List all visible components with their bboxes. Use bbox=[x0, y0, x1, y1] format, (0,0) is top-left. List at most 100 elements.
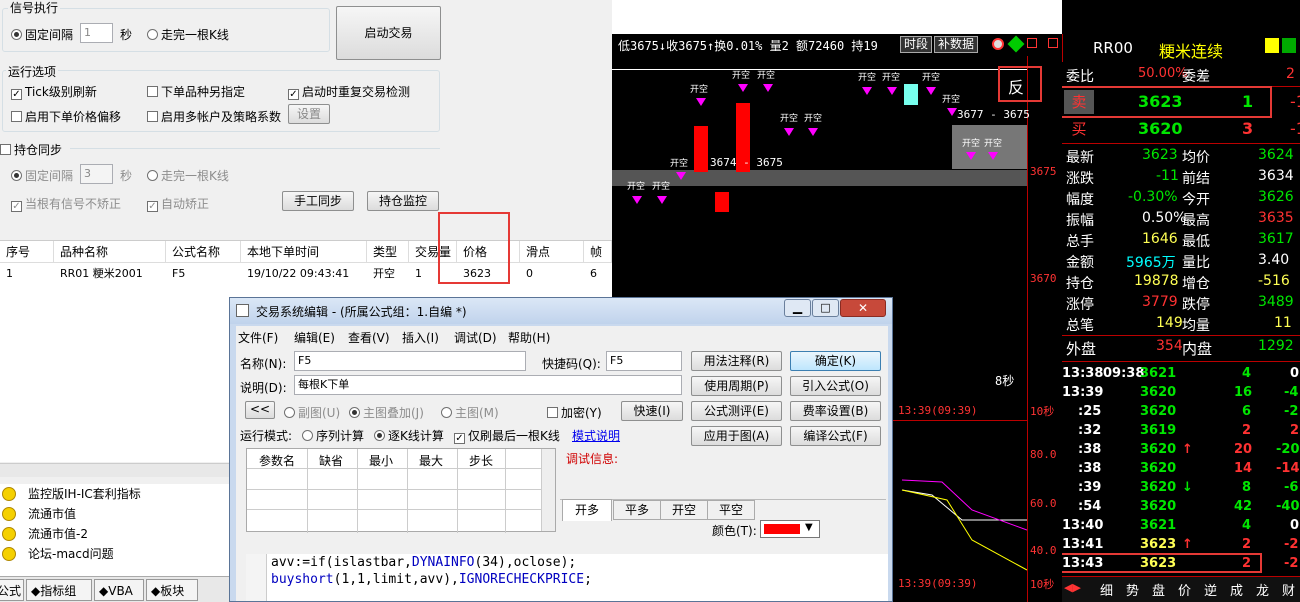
signal-interval-input[interactable]: 1 bbox=[80, 23, 113, 43]
hotkey-input[interactable]: F5 bbox=[606, 351, 682, 371]
tab-indicator-group[interactable]: ◆指标组 bbox=[26, 579, 92, 601]
table-scrollbar[interactable] bbox=[0, 463, 230, 477]
tick-refresh-checkbox[interactable]: ✓ Tick级别刷新 bbox=[11, 83, 97, 100]
switch-icon[interactable] bbox=[1282, 38, 1296, 53]
col-header[interactable]: 品种名称 bbox=[54, 241, 166, 263]
window-icon[interactable] bbox=[1027, 38, 1037, 48]
usage-notes-button[interactable]: 用法注释(R) bbox=[691, 351, 782, 371]
minimize-icon[interactable]: ▁ bbox=[784, 299, 811, 317]
col-header[interactable]: 滑点 bbox=[520, 241, 584, 263]
buy-row[interactable]: 买 3620 3 -1 bbox=[1062, 117, 1300, 142]
param-scrollbar[interactable] bbox=[541, 449, 555, 531]
auto-correct-checkbox[interactable]: ✓ 自动矫正 bbox=[147, 195, 209, 212]
import-formula-button[interactable]: 引入公式(O) bbox=[790, 376, 881, 396]
settings-button[interactable]: 设置 bbox=[288, 104, 330, 124]
multi-account-checkbox[interactable]: 启用多帐户及策略系数 bbox=[147, 108, 281, 125]
bar-calc-radio[interactable]: 逐K线计算 bbox=[374, 427, 444, 444]
sync-bar-complete-radio[interactable]: 走完一根K线 bbox=[147, 167, 229, 184]
usage-period-button[interactable]: 使用周期(P) bbox=[691, 376, 782, 396]
supplement-data-button[interactable]: 补数据 bbox=[934, 36, 979, 53]
position-monitor-button[interactable]: 持仓监控 bbox=[367, 191, 439, 211]
menu-help[interactable]: 帮助(H) bbox=[508, 329, 550, 346]
name-input[interactable]: F5 bbox=[294, 351, 526, 371]
fee-settings-button[interactable]: 费率设置(B) bbox=[790, 401, 881, 421]
quote-tab[interactable]: 细 bbox=[1100, 580, 1113, 599]
sub-chart-radio[interactable]: 副图(U) bbox=[284, 404, 340, 421]
quote-tab[interactable]: 价 bbox=[1178, 580, 1191, 599]
close-icon[interactable]: ✕ bbox=[840, 299, 886, 317]
tab-close-long[interactable]: 平多 bbox=[613, 500, 661, 520]
sync-fixed-interval-radio[interactable]: 固定间隔 bbox=[11, 167, 73, 184]
main-chart-radio[interactable]: 主图(M) bbox=[441, 404, 499, 421]
chevron-down-icon: ▼ bbox=[805, 522, 813, 533]
code-editor[interactable]: avv:=if(islastbar,DYNAINFO(34),oclose); … bbox=[267, 554, 888, 601]
tree-item[interactable]: 流通市值 bbox=[0, 504, 230, 524]
color-select[interactable]: ▼ bbox=[760, 520, 820, 538]
quote-tab[interactable]: 成 bbox=[1230, 580, 1243, 599]
col-header[interactable]: 公式名称 bbox=[166, 241, 241, 263]
name-label: 名称(N): bbox=[240, 357, 287, 371]
window-icon[interactable] bbox=[1048, 38, 1058, 48]
period-button[interactable]: 时段 bbox=[900, 36, 933, 53]
sell-arrow-icon bbox=[808, 128, 818, 136]
price-axis-label: 3670 bbox=[1030, 272, 1057, 285]
apply-to-chart-button[interactable]: 应用于图(A) bbox=[691, 426, 782, 446]
desc-input[interactable]: 每根K下单 bbox=[294, 375, 682, 395]
dialog-titlebar[interactable]: 交易系统编辑 - (所属公式组：1.自编 *) ▁ □ ✕ bbox=[230, 298, 892, 324]
reverse-label[interactable]: 反 bbox=[1008, 74, 1024, 98]
separator bbox=[1062, 361, 1300, 362]
tab-close-short[interactable]: 平空 bbox=[707, 500, 755, 520]
tab-formula[interactable]: 公式 bbox=[0, 579, 24, 601]
seq-calc-radio[interactable]: 序列计算 bbox=[302, 427, 364, 444]
main-overlay-radio[interactable]: 主图叠加(J) bbox=[349, 404, 424, 421]
signal-fixed-interval-radio[interactable]: 固定间隔 bbox=[11, 26, 73, 43]
price-offset-checkbox[interactable]: 启用下单价格偏移 bbox=[11, 108, 121, 125]
col-header[interactable]: 帧 bbox=[584, 241, 612, 263]
sync-sec-label: 秒 bbox=[120, 169, 133, 183]
cell: F5 bbox=[172, 267, 186, 280]
menu-edit[interactable]: 编辑(E) bbox=[294, 329, 335, 346]
order-variety-checkbox[interactable]: 下单品种另指定 bbox=[147, 83, 245, 100]
clock-icon[interactable] bbox=[992, 38, 1004, 50]
tab-vba[interactable]: ◆VBA bbox=[94, 579, 144, 601]
tree-item[interactable]: 监控版IH-IC套利指标 bbox=[0, 484, 230, 504]
quote-tab[interactable]: 财 bbox=[1282, 580, 1295, 599]
col-header[interactable]: 序号 bbox=[0, 241, 54, 263]
tree-item[interactable]: 流通市值-2 bbox=[0, 524, 230, 544]
tab-open-short[interactable]: 开空 bbox=[660, 500, 708, 520]
prev-tab-icon[interactable]: ◀▶ bbox=[1064, 581, 1081, 594]
position-sync-checkbox[interactable]: 持仓同步 bbox=[0, 141, 62, 158]
collapse-button[interactable]: << bbox=[245, 401, 275, 419]
menu-view[interactable]: 查看(V) bbox=[348, 329, 390, 346]
tree-item[interactable]: 论坛-macd问题 bbox=[0, 544, 230, 564]
manual-sync-button[interactable]: 手工同步 bbox=[282, 191, 354, 211]
ok-button[interactable]: 确定(K) bbox=[790, 351, 881, 371]
last-bar-only-checkbox[interactable]: ✓ 仅刷最后一根K线 bbox=[454, 427, 560, 444]
recheck-checkbox[interactable]: ✓ 启动时重复交易检测 bbox=[288, 83, 410, 100]
encrypt-checkbox[interactable]: 加密(Y) bbox=[547, 404, 602, 421]
quote-tab[interactable]: 逆 bbox=[1204, 580, 1217, 599]
quote-tab[interactable]: 势 bbox=[1126, 580, 1139, 599]
col-header[interactable]: 本地下单时间 bbox=[241, 241, 367, 263]
formula-test-button[interactable]: 公式测评(E) bbox=[691, 401, 782, 421]
no-correct-checkbox[interactable]: ✓ 当根有信号不矫正 bbox=[11, 195, 121, 212]
mode-help-link[interactable]: 模式说明 bbox=[572, 427, 620, 444]
diamond-icon[interactable] bbox=[1007, 35, 1025, 53]
quote-tab[interactable]: 龙 bbox=[1256, 580, 1269, 599]
compile-formula-button[interactable]: 编译公式(F) bbox=[790, 426, 881, 446]
tab-open-long[interactable]: 开多 bbox=[562, 499, 612, 521]
menu-file[interactable]: 文件(F) bbox=[238, 329, 278, 346]
sync-interval-input[interactable]: 3 bbox=[80, 164, 113, 184]
quote-tab[interactable]: 盘 bbox=[1152, 580, 1165, 599]
signal-label: 开空 bbox=[690, 85, 709, 95]
signal-bar-complete-radio[interactable]: 走完一根K线 bbox=[147, 26, 229, 43]
down-icon[interactable] bbox=[1265, 38, 1279, 53]
start-trade-button[interactable]: 启动交易 bbox=[336, 6, 441, 60]
tab-sector[interactable]: ◆板块 bbox=[146, 579, 198, 601]
maximize-icon[interactable]: □ bbox=[812, 299, 839, 317]
menu-debug[interactable]: 调试(D) bbox=[454, 329, 497, 346]
fast-button[interactable]: 快速(I) bbox=[621, 401, 683, 421]
menu-insert[interactable]: 插入(I) bbox=[402, 329, 439, 346]
quote-panel: RR00 粳米连续 委比 50.00% 委差 2 卖 3623 1 -1 买 3… bbox=[1062, 0, 1300, 602]
col-header[interactable]: 类型 bbox=[367, 241, 409, 263]
